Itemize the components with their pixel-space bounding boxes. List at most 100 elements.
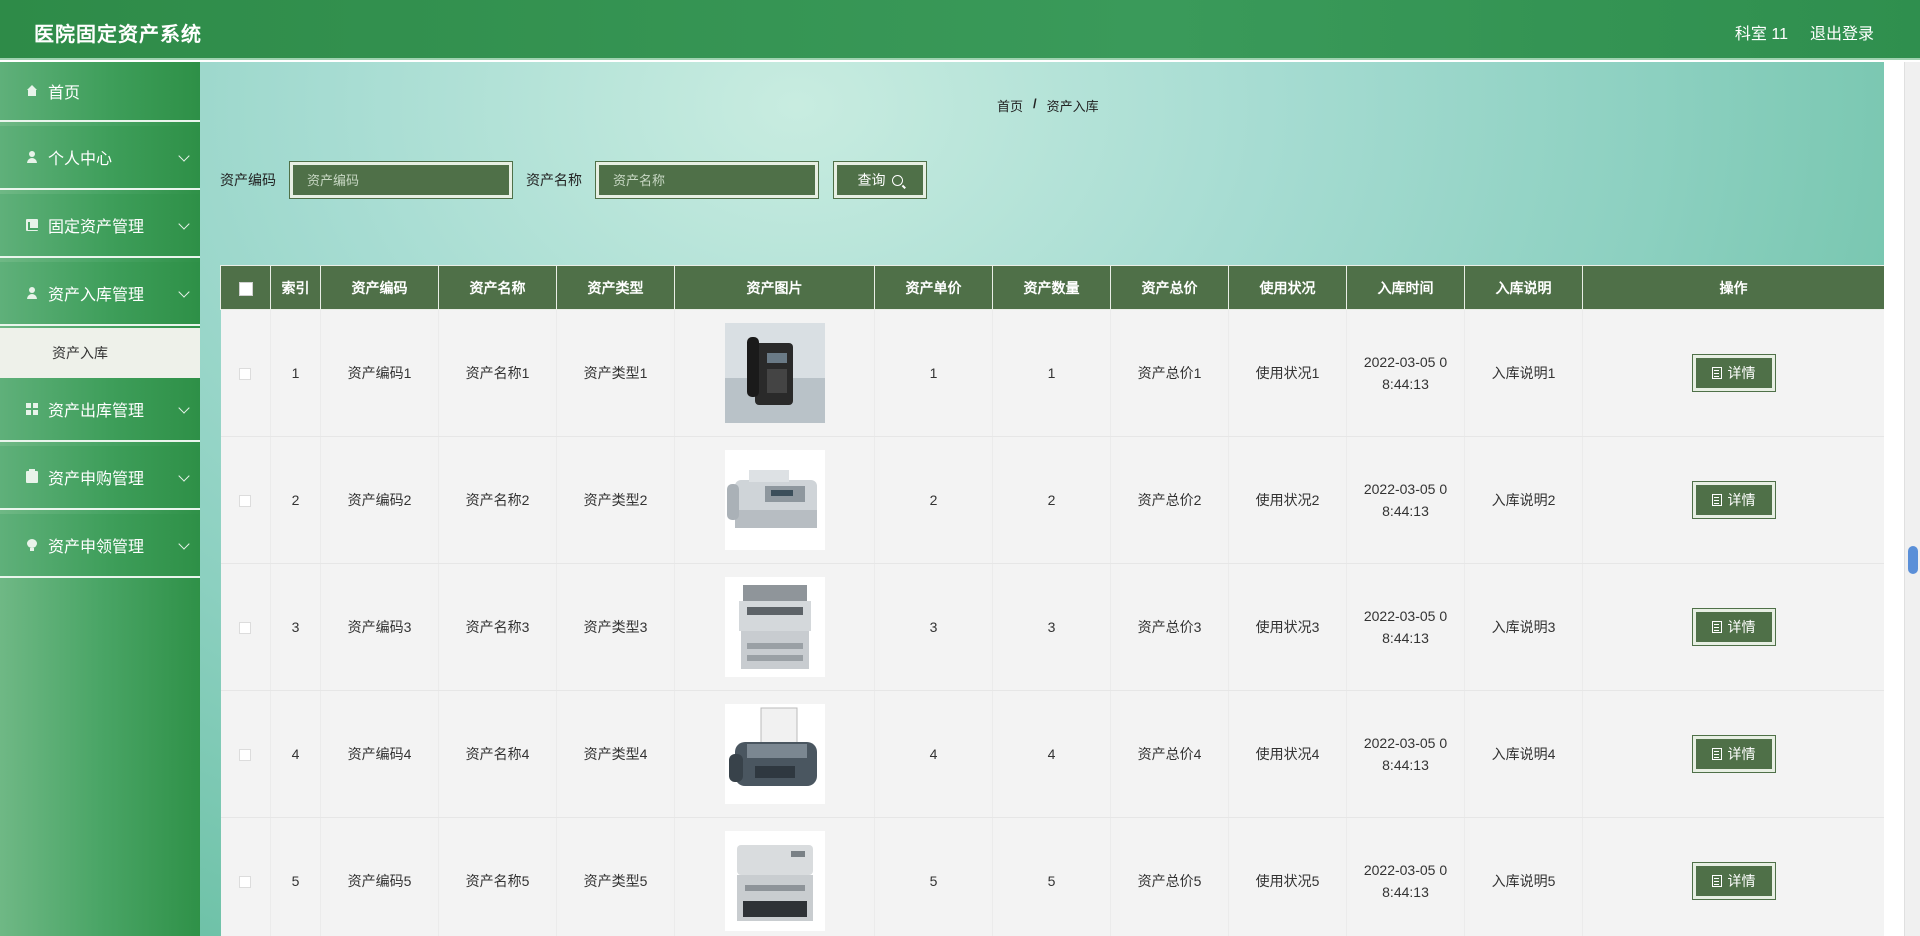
usage-status-cell: 使用状况3 xyxy=(1228,563,1347,691)
page-scrollbar[interactable] xyxy=(1904,62,1920,936)
document-icon xyxy=(1711,494,1722,506)
top-header: 医院固定资产系统 科室 11 退出登录 xyxy=(0,0,1920,60)
breadcrumb-home[interactable]: 首页 xyxy=(997,96,1023,115)
asset-name-label: 资产名称 xyxy=(526,172,582,188)
detail-button-label: 详情 xyxy=(1727,492,1756,508)
chevron-down-icon xyxy=(178,218,190,230)
index-cell: 3 xyxy=(270,563,321,691)
inbound-note-cell: 入库说明4 xyxy=(1464,690,1583,818)
usage-status-cell: 使用状况1 xyxy=(1228,309,1347,437)
column-header: 操作 xyxy=(1582,265,1885,310)
asset-name-input[interactable] xyxy=(595,161,819,199)
row-checkbox[interactable] xyxy=(239,368,252,381)
asset-image[interactable] xyxy=(724,577,825,677)
sidebar-item-asset-purchase[interactable]: 资产申购管理 xyxy=(0,446,200,510)
chevron-up-icon xyxy=(178,286,190,298)
detail-button[interactable]: 详情 xyxy=(1691,354,1776,392)
sidebar-item-asset-claim[interactable]: 资产申领管理 xyxy=(0,514,200,578)
asset-image[interactable] xyxy=(724,704,825,804)
inbound-time-line1: 2022-03-05 0 xyxy=(1363,354,1448,370)
quantity-cell: 1 xyxy=(992,309,1111,437)
sidebar-item-home[interactable]: 首页 xyxy=(0,62,200,122)
sidebar-item-asset-inbound[interactable]: 资产入库管理 xyxy=(0,262,200,326)
asset-image-cell xyxy=(674,563,875,691)
sidebar-item-personal-center[interactable]: 个人中心 xyxy=(0,126,200,190)
query-button-label: 查询 xyxy=(857,172,886,188)
logout-link[interactable]: 退出登录 xyxy=(1810,20,1874,44)
asset-table: 索引 资产编码 资产名称 资产类型 资产图片 资产单价 资产数量 资产总价 使用… xyxy=(220,265,1885,936)
asset-type-cell: 资产类型3 xyxy=(556,563,675,691)
row-checkbox[interactable] xyxy=(239,495,252,508)
unit-price-cell: 4 xyxy=(874,690,993,818)
asset-code-input[interactable] xyxy=(289,161,513,199)
sidebar-item-asset-outbound[interactable]: 资产出库管理 xyxy=(0,378,200,442)
inbound-time-line1: 2022-03-05 0 xyxy=(1363,608,1448,624)
inbound-time-line2: 8:44:13 xyxy=(1382,503,1429,519)
sidebar-item-label: 资产入库管理 xyxy=(48,287,145,304)
sidebar: 首页 个人中心 固定资产管理 资产入库管理 资产入库 资产出库管理 资产申购管理… xyxy=(0,62,200,936)
table-row: 3 资产编码3 资产名称3 资产类型3 3 3 资产总价3 使用状况3 2022-03-05 0… xyxy=(220,563,1885,691)
column-header: 资产总价 xyxy=(1110,265,1229,310)
unit-price-cell: 2 xyxy=(874,436,993,564)
asset-code-cell: 资产编码2 xyxy=(320,436,439,564)
total-price-cell: 资产总价2 xyxy=(1110,436,1229,564)
quantity-cell: 5 xyxy=(992,817,1111,936)
inbound-time-line2: 8:44:13 xyxy=(1382,757,1429,773)
asset-image-cell xyxy=(674,436,875,564)
breadcrumb: 首页 / 资产入库 xyxy=(997,96,1099,115)
column-header: 资产名称 xyxy=(438,265,557,310)
detail-button[interactable]: 详情 xyxy=(1691,608,1776,646)
scroll-thumb[interactable] xyxy=(1908,546,1918,574)
chevron-down-icon xyxy=(178,470,190,482)
asset-image-cell xyxy=(674,690,875,818)
actions-cell: 详情 xyxy=(1582,436,1885,564)
asset-name-cell: 资产名称5 xyxy=(438,817,557,936)
header-user-area: 科室 11 退出登录 xyxy=(1735,20,1874,44)
inbound-time-line2: 8:44:13 xyxy=(1382,884,1429,900)
column-header: 资产类型 xyxy=(556,265,675,310)
row-select-cell xyxy=(220,690,271,818)
inbound-note-cell: 入库说明3 xyxy=(1464,563,1583,691)
inbound-time-line2: 8:44:13 xyxy=(1382,630,1429,646)
row-select-cell xyxy=(220,563,271,691)
usage-status-cell: 使用状况2 xyxy=(1228,436,1347,564)
query-button[interactable]: 查询 xyxy=(833,161,927,199)
user-icon xyxy=(26,287,38,299)
bulb-icon xyxy=(26,539,38,551)
row-checkbox[interactable] xyxy=(239,622,252,635)
index-cell: 1 xyxy=(270,309,321,437)
current-user[interactable]: 科室 11 xyxy=(1735,20,1788,44)
asset-type-cell: 资产类型4 xyxy=(556,690,675,818)
asset-name-cell: 资产名称3 xyxy=(438,563,557,691)
unit-price-cell: 5 xyxy=(874,817,993,936)
inbound-note-cell: 入库说明1 xyxy=(1464,309,1583,437)
sidebar-item-fixed-assets[interactable]: 固定资产管理 xyxy=(0,194,200,258)
asset-image[interactable] xyxy=(724,450,825,550)
clipboard-icon xyxy=(26,469,38,483)
asset-name-cell: 资产名称1 xyxy=(438,309,557,437)
submenu-item-asset-inbound[interactable]: 资产入库 xyxy=(0,328,200,378)
document-icon xyxy=(1711,621,1722,633)
inbound-time-cell: 2022-03-05 0 8:44:13 xyxy=(1346,563,1465,691)
asset-name-cell: 资产名称2 xyxy=(438,436,557,564)
inbound-time-line1: 2022-03-05 0 xyxy=(1363,735,1448,751)
detail-button[interactable]: 详情 xyxy=(1691,481,1776,519)
chart-icon xyxy=(26,219,38,231)
row-checkbox[interactable] xyxy=(239,749,252,762)
row-select-cell xyxy=(220,309,271,437)
actions-cell: 详情 xyxy=(1582,563,1885,691)
quantity-cell: 3 xyxy=(992,563,1111,691)
table-row: 4 资产编码4 资产名称4 资产类型4 4 4 资产总价4 使用状况4 2022-03-05 0… xyxy=(220,690,1885,818)
column-header: 资产编码 xyxy=(320,265,439,310)
asset-image[interactable] xyxy=(724,831,825,931)
detail-button[interactable]: 详情 xyxy=(1691,735,1776,773)
asset-code-cell: 资产编码5 xyxy=(320,817,439,936)
right-edge xyxy=(1884,62,1904,936)
detail-button[interactable]: 详情 xyxy=(1691,862,1776,900)
total-price-cell: 资产总价4 xyxy=(1110,690,1229,818)
home-icon xyxy=(26,85,38,97)
asset-image[interactable] xyxy=(724,323,825,423)
detail-button-label: 详情 xyxy=(1727,873,1756,889)
select-all-checkbox[interactable] xyxy=(238,281,253,296)
row-checkbox[interactable] xyxy=(239,876,252,889)
